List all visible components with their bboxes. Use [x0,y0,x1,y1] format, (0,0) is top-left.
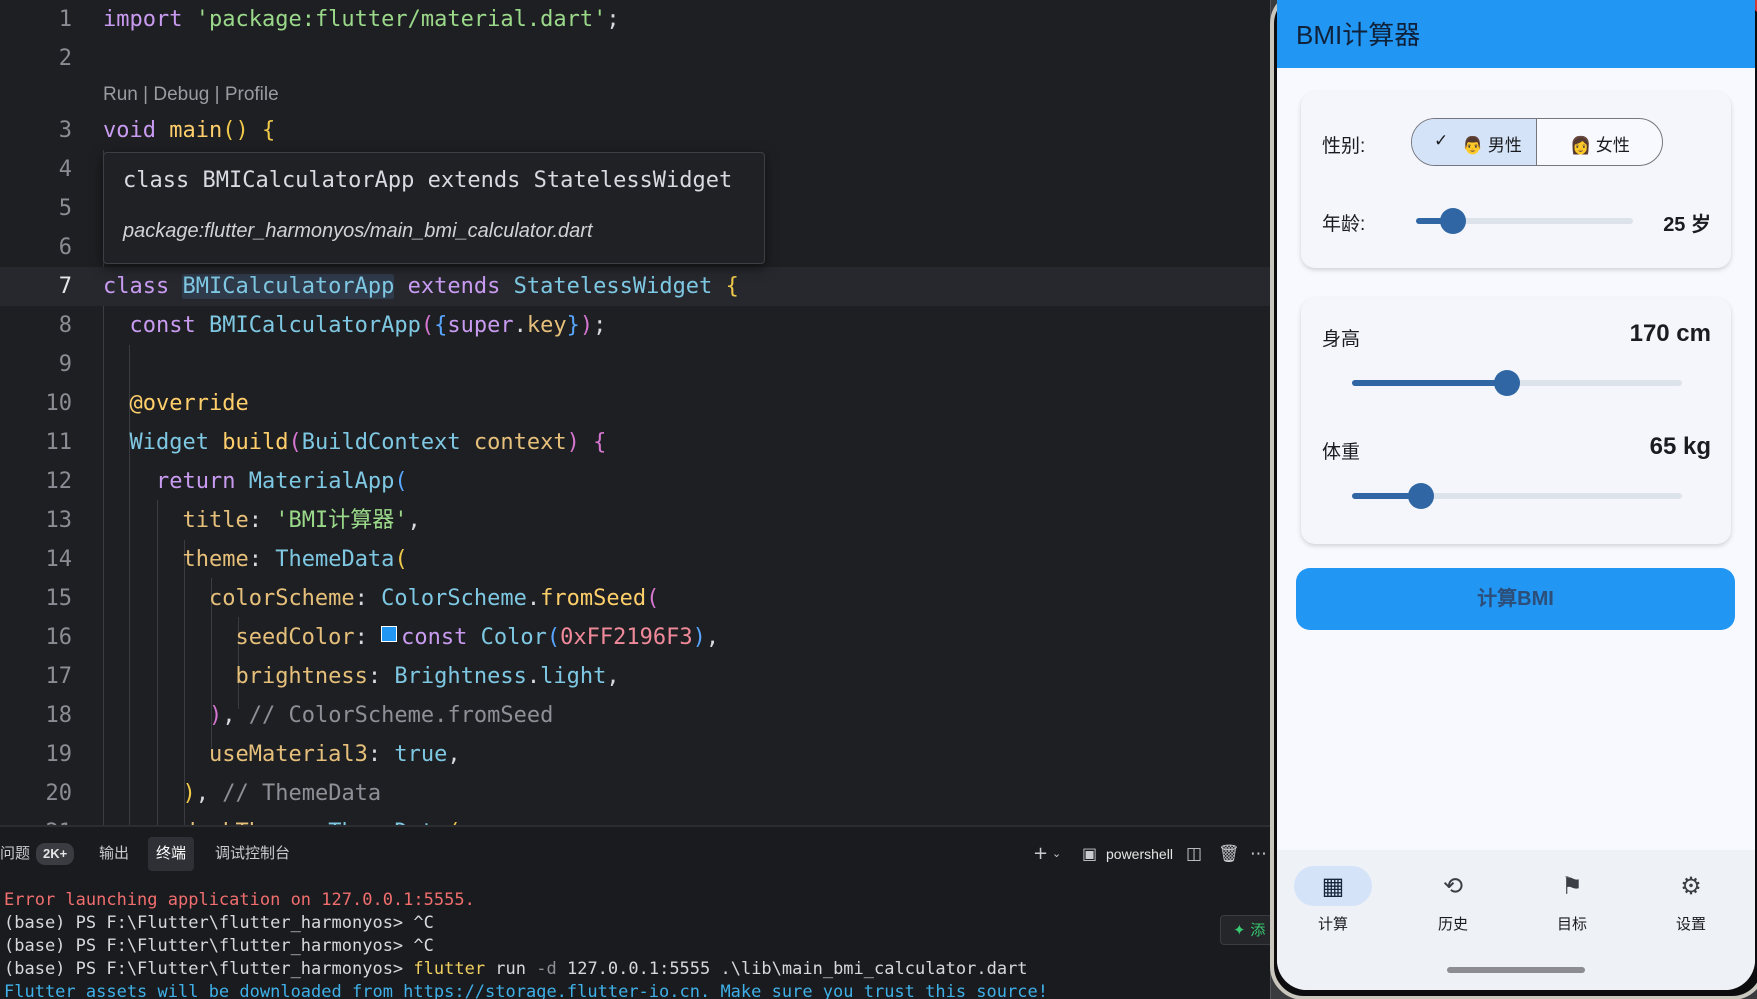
code-line: 16 seedColor: const Color(0xFF2196F3), [0,618,1270,657]
code-line: 19 useMaterial3: true, [0,735,1270,774]
terminal-line: Flutter assets will be downloaded from h… [4,982,1048,999]
line-number: 14 [45,547,73,572]
terminal-icon: ▣ [1082,844,1098,863]
line-number: 16 [45,625,73,650]
line-number: 7 [58,274,72,299]
line-number: 12 [45,469,73,494]
gender-label: 性别: [1322,136,1366,157]
gender-option-female[interactable]: 👩 女性 [1538,119,1662,165]
more-icon[interactable]: ⋯ [1250,837,1267,871]
nav-item-settings[interactable]: ⚙ 设置 [1641,866,1741,934]
hover-source-path[interactable]: package:flutter_harmonyos/main_bmi_calcu… [123,220,593,243]
calculate-bmi-button[interactable]: 计算BMI [1296,568,1735,630]
code-editor[interactable]: 1 import 'package:flutter/material.dart'… [0,0,1270,825]
code-line: 9 [0,345,1270,384]
line-number: 8 [58,313,72,338]
app-bar: BMI计算器 [1277,0,1755,68]
terminal-line: (base) PS F:\Flutter\flutter_harmonyos> … [4,913,434,933]
line-number: 13 [45,508,73,533]
app-title: BMI计算器 [1296,20,1421,50]
code-line: 17 brightness: Brightness.light, [0,657,1270,696]
age-label: 年龄: [1322,214,1366,235]
terminal-line: (base) PS F:\Flutter\flutter_harmonyos> … [4,959,1028,979]
nav-item-goal[interactable]: ⚑ 目标 [1522,866,1622,934]
measurements-card: 身高 170 cm 体重 65 kg [1301,298,1731,544]
height-slider-fill [1352,380,1508,386]
code-line: 12 return MaterialApp( [0,462,1270,501]
nav-item-calculate[interactable]: ▦ 计算 [1283,866,1383,934]
check-icon: ✓ [1434,131,1449,151]
code-line: 15 colorScheme: ColorScheme.fromSeed( [0,579,1270,618]
phone-screen: BMI计算器 性别: ✓ 👨 男性 👩 女性 年龄: 25 岁 身高 170 c… [1277,0,1755,990]
profile-card: 性别: ✓ 👨 男性 👩 女性 年龄: 25 岁 [1301,92,1731,268]
gear-icon: ⚙ [1680,872,1702,900]
line-number: 3 [58,118,72,143]
line-number: 19 [45,742,73,767]
tab-output[interactable]: 输出 [91,837,137,871]
split-terminal-icon[interactable]: ◫ [1186,837,1202,871]
terminal-panel: 问题 2K+ 输出 终端 调试控制台 + ⌄ ▣ powershell ◫ 🗑 ⋯… [0,827,1270,999]
code-line: 14 theme: ThemeData( [0,540,1270,579]
line-number: 15 [45,586,73,611]
tab-debug-console[interactable]: 调试控制台 [207,837,298,871]
trash-icon[interactable]: 🗑 [1218,837,1240,871]
age-slider-thumb[interactable] [1439,208,1466,234]
code-line: 3 void main() { [0,111,1270,150]
code-line: 1 import 'package:flutter/material.dart'… [0,0,1270,39]
line-number: 10 [45,391,73,416]
code-line: 13 title: 'BMI计算器', [0,501,1270,540]
terminal-line: (base) PS F:\Flutter\flutter_harmonyos> … [4,936,434,956]
hover-tooltip: class BMICalculatorApp extends Stateless… [103,152,765,264]
codelens-run-debug-profile[interactable]: Run | Debug | Profile [103,84,279,106]
age-value: 25 岁 [1663,214,1711,236]
code-line: 11 Widget build(BuildContext context) { [0,423,1270,462]
gender-segmented-button: ✓ 👨 男性 👩 女性 [1411,118,1663,166]
flag-icon: ⚑ [1561,872,1583,900]
code-line: 21 darkTheme: ThemeData( [0,813,1270,825]
weight-label: 体重 [1322,442,1361,463]
weight-value: 65 kg [1649,433,1711,460]
calculator-icon: ▦ [1294,866,1372,906]
code-line: 18 ), // ColorScheme.fromSeed [0,696,1270,735]
home-indicator[interactable] [1447,967,1585,973]
line-number: 2 [58,46,72,71]
line-number: 5 [58,196,72,221]
new-terminal-icon[interactable]: + [1033,837,1048,871]
height-value: 170 cm [1629,320,1711,347]
line-number: 4 [58,157,72,182]
line-number: 20 [45,781,73,806]
problems-count-badge: 2K+ [36,843,75,865]
height-label: 身高 [1322,329,1361,350]
tab-problems[interactable]: 问题 2K+ [0,837,82,871]
history-icon: ⟲ [1442,872,1464,900]
line-number: 9 [58,352,72,377]
nav-item-history[interactable]: ⟲ 历史 [1403,866,1503,934]
line-number: 21 [0,813,73,825]
line-number: 17 [45,664,73,689]
weight-slider-thumb[interactable] [1408,483,1435,509]
code-line: 2 [0,39,1270,78]
terminal-line: Error launching application on 127.0.0.1… [4,890,475,910]
tab-terminal[interactable]: 终端 [148,837,195,871]
line-number: 18 [45,703,73,728]
chevron-down-icon[interactable]: ⌄ [1052,837,1061,871]
code-line: 10 @override [0,384,1270,423]
line-number: 1 [58,7,72,32]
panel-tabs: 问题 2K+ 输出 终端 调试控制台 + ⌄ ▣ powershell ◫ 🗑 ⋯ [0,827,1270,883]
code-line-current: 7 class BMICalculatorApp extends Statele… [0,267,1270,306]
line-number: 11 [45,430,73,455]
color-swatch[interactable] [381,626,398,642]
line-number: 6 [58,235,72,260]
gender-option-male[interactable]: ✓ 👨 男性 [1412,119,1537,165]
hover-signature: class BMICalculatorApp extends Stateless… [123,168,733,193]
height-slider-thumb[interactable] [1494,370,1521,396]
code-line: 8 const BMICalculatorApp({super.key}); [0,306,1270,345]
code-line: 20 ), // ThemeData [0,774,1270,813]
shell-name[interactable]: powershell [1106,837,1173,871]
